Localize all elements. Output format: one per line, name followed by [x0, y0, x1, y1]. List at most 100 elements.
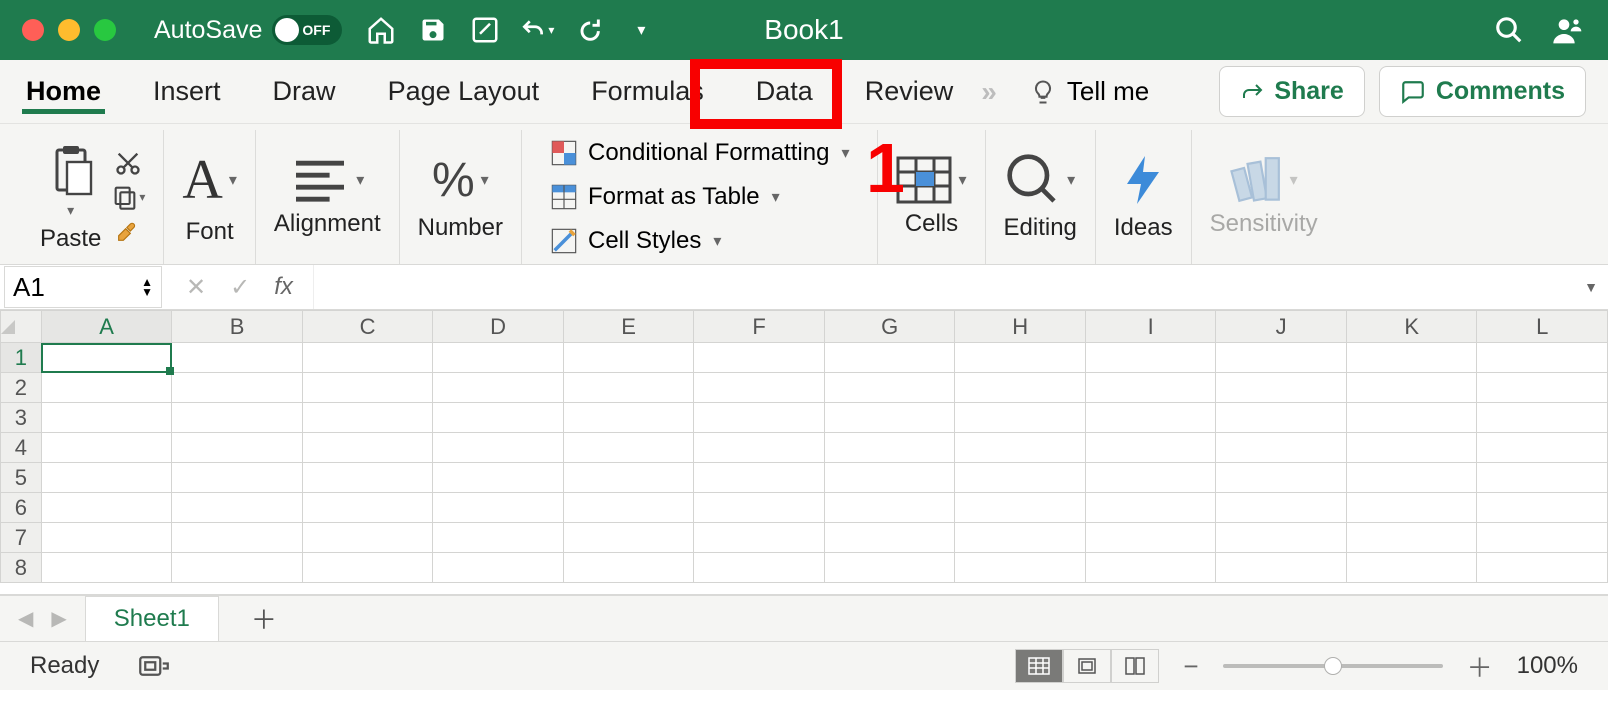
group-editing[interactable]: ▾ Editing: [986, 130, 1096, 264]
cell[interactable]: [1216, 433, 1347, 463]
cell[interactable]: [1346, 493, 1477, 523]
column-header[interactable]: D: [433, 311, 564, 343]
cell[interactable]: [824, 343, 955, 373]
minimize-window-button[interactable]: [58, 19, 80, 41]
cell[interactable]: [41, 493, 172, 523]
tab-insert[interactable]: Insert: [149, 70, 225, 113]
cell[interactable]: [1477, 523, 1608, 553]
zoom-percent[interactable]: 100%: [1517, 652, 1578, 680]
cell[interactable]: [302, 433, 433, 463]
cell[interactable]: [1477, 403, 1608, 433]
cell[interactable]: [1477, 343, 1608, 373]
formula-input[interactable]: [313, 265, 1584, 309]
format-painter-icon[interactable]: [114, 217, 142, 245]
cell[interactable]: [41, 433, 172, 463]
cell[interactable]: [41, 463, 172, 493]
row-header[interactable]: 5: [1, 463, 42, 493]
select-all-cell[interactable]: [1, 311, 42, 343]
cell[interactable]: [433, 373, 564, 403]
column-header[interactable]: H: [955, 311, 1086, 343]
zoom-slider[interactable]: [1223, 664, 1443, 668]
share-button[interactable]: Share: [1219, 66, 1364, 117]
cell[interactable]: [433, 433, 564, 463]
insert-function-icon[interactable]: fx: [274, 273, 293, 301]
tab-home[interactable]: Home: [22, 70, 105, 114]
column-header[interactable]: I: [1085, 311, 1216, 343]
cell[interactable]: [1216, 463, 1347, 493]
cell[interactable]: [563, 553, 694, 583]
cell[interactable]: [694, 373, 825, 403]
cell[interactable]: [955, 373, 1086, 403]
cell[interactable]: [172, 373, 303, 403]
home-icon[interactable]: [364, 13, 398, 47]
cell[interactable]: [1085, 523, 1216, 553]
cell[interactable]: [1346, 553, 1477, 583]
cell[interactable]: [563, 343, 694, 373]
cell[interactable]: [1477, 493, 1608, 523]
cell[interactable]: [1085, 463, 1216, 493]
cancel-formula-icon[interactable]: ✕: [186, 273, 206, 302]
account-icon[interactable]: [1552, 14, 1584, 46]
cell[interactable]: [1085, 493, 1216, 523]
cell[interactable]: [172, 523, 303, 553]
column-header[interactable]: K: [1346, 311, 1477, 343]
group-ideas[interactable]: Ideas: [1096, 130, 1192, 264]
view-page-break-button[interactable]: [1111, 649, 1159, 683]
paste-icon[interactable]: [46, 142, 96, 202]
cell[interactable]: [694, 463, 825, 493]
copy-icon[interactable]: ▾: [111, 183, 145, 211]
sheet-nav-next-icon[interactable]: ▶: [51, 606, 66, 631]
cell[interactable]: [172, 343, 303, 373]
cell[interactable]: [41, 403, 172, 433]
autosave-switch[interactable]: OFF: [272, 15, 342, 45]
sheet-nav-prev-icon[interactable]: ◀: [18, 606, 33, 631]
cell[interactable]: [694, 553, 825, 583]
cell[interactable]: [1085, 343, 1216, 373]
cell[interactable]: [824, 463, 955, 493]
cell[interactable]: [1085, 403, 1216, 433]
cell[interactable]: [1085, 373, 1216, 403]
cell[interactable]: [1346, 343, 1477, 373]
accept-formula-icon[interactable]: ✓: [230, 273, 250, 302]
group-alignment[interactable]: ▾ Alignment: [256, 130, 400, 264]
column-header[interactable]: F: [694, 311, 825, 343]
cell[interactable]: [694, 433, 825, 463]
redo-icon[interactable]: [572, 13, 606, 47]
cell[interactable]: [1216, 343, 1347, 373]
cell[interactable]: [172, 433, 303, 463]
cell[interactable]: [172, 403, 303, 433]
cell[interactable]: [824, 403, 955, 433]
cell[interactable]: [1477, 373, 1608, 403]
group-number[interactable]: % ▾ Number: [400, 130, 522, 264]
cell[interactable]: [1085, 433, 1216, 463]
cell[interactable]: [1346, 523, 1477, 553]
cell[interactable]: [563, 523, 694, 553]
row-header[interactable]: 2: [1, 373, 42, 403]
cell[interactable]: [694, 403, 825, 433]
cell[interactable]: [41, 553, 172, 583]
tab-review[interactable]: Review: [861, 70, 958, 113]
cell[interactable]: [302, 523, 433, 553]
cell[interactable]: [694, 523, 825, 553]
cell[interactable]: [824, 553, 955, 583]
macro-record-icon[interactable]: [139, 653, 169, 679]
sheet-tab[interactable]: Sheet1: [85, 596, 219, 641]
cell[interactable]: [172, 553, 303, 583]
cell[interactable]: [1216, 523, 1347, 553]
column-header[interactable]: B: [172, 311, 303, 343]
cell[interactable]: [563, 433, 694, 463]
cell[interactable]: [302, 343, 433, 373]
cell[interactable]: [302, 463, 433, 493]
cell[interactable]: [41, 373, 172, 403]
row-header[interactable]: 8: [1, 553, 42, 583]
cell[interactable]: [1085, 553, 1216, 583]
zoom-out-button[interactable]: −: [1177, 651, 1204, 682]
cell[interactable]: [955, 553, 1086, 583]
cell[interactable]: [563, 373, 694, 403]
cell[interactable]: [433, 463, 564, 493]
cell[interactable]: [1216, 403, 1347, 433]
cell-styles-button[interactable]: Cell Styles ▾: [550, 224, 721, 258]
cell[interactable]: [433, 403, 564, 433]
cell[interactable]: [433, 343, 564, 373]
zoom-in-button[interactable]: ＋: [1461, 648, 1499, 685]
